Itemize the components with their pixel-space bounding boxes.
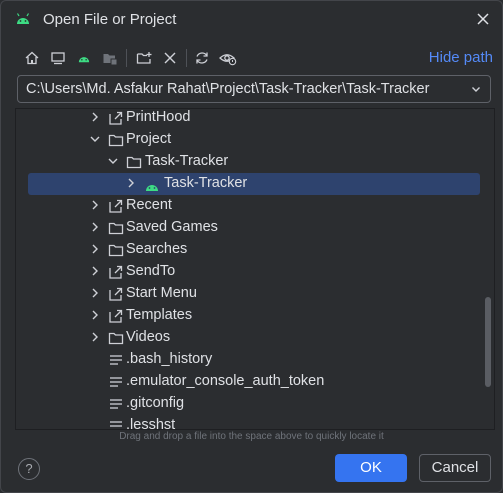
chevron-right-icon[interactable]	[88, 198, 102, 212]
text-file-icon	[110, 355, 122, 365]
tree-item-saved-games[interactable]: Saved Games	[16, 217, 494, 239]
chevron-right-icon[interactable]	[88, 330, 102, 344]
tree-item-emulator-token[interactable]: .emulator_console_auth_token	[16, 371, 494, 393]
tree-item-label: Searches	[126, 241, 188, 257]
tree-item-label: Task-Tracker	[145, 153, 229, 169]
open-file-dialog: Open File or Project Hide path C:\Users\…	[0, 0, 503, 493]
tree-item-label: .gitconfig	[126, 395, 185, 411]
refresh-icon[interactable]	[191, 47, 213, 69]
tree-item-label: Videos	[126, 329, 171, 345]
delete-icon[interactable]	[159, 47, 181, 69]
tree-item-searches[interactable]: Searches	[16, 239, 494, 261]
tree-item-templates[interactable]: Templates	[16, 305, 494, 327]
folder-link-icon	[109, 111, 123, 125]
chevron-right-icon[interactable]	[88, 264, 102, 278]
home-icon[interactable]	[21, 47, 43, 69]
cancel-button[interactable]: Cancel	[419, 454, 491, 482]
folder-icon	[126, 156, 142, 169]
show-hidden-icon[interactable]	[217, 47, 239, 69]
desktop-icon[interactable]	[47, 47, 69, 69]
tree-scrollbar[interactable]	[485, 297, 491, 387]
chevron-right-icon[interactable]	[88, 242, 102, 256]
path-input[interactable]: C:\Users\Md. Asfakur Rahat\Project\Task-…	[17, 75, 491, 103]
new-folder-icon[interactable]	[133, 47, 155, 69]
tree-item-task-tracker-folder[interactable]: Task-Tracker	[16, 151, 494, 173]
chevron-down-icon[interactable]	[106, 154, 120, 168]
tree-item-videos[interactable]: Videos	[16, 327, 494, 349]
tree-item-start-menu[interactable]: Start Menu	[16, 283, 494, 305]
path-input-value: C:\Users\Md. Asfakur Rahat\Project\Task-…	[26, 81, 430, 97]
selection-highlight	[28, 173, 480, 195]
tree-item-lesshst[interactable]: .lesshst	[16, 415, 494, 430]
hide-path-link[interactable]: Hide path	[429, 49, 493, 66]
chevron-right-icon[interactable]	[88, 220, 102, 234]
text-file-icon	[110, 377, 122, 387]
android-icon	[15, 12, 31, 29]
tree-item-gitconfig[interactable]: .gitconfig	[16, 393, 494, 415]
tree-item-label: Task-Tracker	[164, 175, 248, 191]
folder-icon	[108, 244, 124, 257]
ok-button[interactable]: OK	[335, 454, 407, 482]
tree-item-task-tracker-project[interactable]: Task-Tracker	[16, 173, 494, 195]
toolbar-separator	[126, 49, 127, 67]
close-icon[interactable]	[474, 10, 492, 28]
tree-item-label: SendTo	[126, 263, 176, 279]
tree-item-label: .lesshst	[126, 417, 176, 430]
drag-drop-hint: Drag and drop a file into the space abov…	[119, 431, 384, 442]
file-tree[interactable]: PrintHood Project Task-Tracker Task-Trac…	[15, 108, 495, 430]
tree-item-label: Project	[126, 131, 172, 147]
folder-link-icon	[109, 199, 123, 213]
folder-icon	[108, 332, 124, 345]
tree-item-label: PrintHood	[126, 109, 191, 125]
chevron-right-icon[interactable]	[124, 176, 138, 190]
chevron-down-icon[interactable]	[462, 76, 490, 102]
tree-item-sendto[interactable]: SendTo	[16, 261, 494, 283]
tree-item-bash-history[interactable]: .bash_history	[16, 349, 494, 371]
tree-item-label: Saved Games	[126, 219, 218, 235]
android-project-icon[interactable]	[73, 47, 95, 69]
text-file-icon	[110, 399, 122, 409]
chevron-right-icon[interactable]	[88, 110, 102, 124]
folder-link-icon	[109, 265, 123, 279]
tree-item-label: Recent	[126, 197, 172, 213]
tree-item-label: Templates	[126, 307, 193, 323]
chevron-right-icon[interactable]	[88, 286, 102, 300]
folder-icon	[108, 134, 124, 147]
folder-link-icon	[109, 287, 123, 301]
help-button[interactable]: ?	[18, 458, 40, 480]
toolbar: Hide path	[1, 45, 502, 71]
title-bar: Open File or Project	[1, 1, 502, 39]
tree-item-label: .emulator_console_auth_token	[126, 373, 325, 389]
tree-item-project[interactable]: Project	[16, 129, 494, 151]
tree-item-printhood[interactable]: PrintHood	[16, 109, 494, 129]
toolbar-separator	[186, 49, 187, 67]
folder-link-icon	[109, 309, 123, 323]
text-file-icon	[110, 421, 122, 427]
dialog-title: Open File or Project	[43, 11, 177, 28]
tree-item-label: Start Menu	[126, 285, 197, 301]
android-icon	[146, 185, 158, 191]
chevron-right-icon[interactable]	[88, 308, 102, 322]
tree-item-recent[interactable]: Recent	[16, 195, 494, 217]
folder-module-icon[interactable]	[99, 47, 121, 69]
chevron-down-icon[interactable]	[88, 132, 102, 146]
folder-icon	[108, 222, 124, 235]
tree-item-label: .bash_history	[126, 351, 213, 367]
